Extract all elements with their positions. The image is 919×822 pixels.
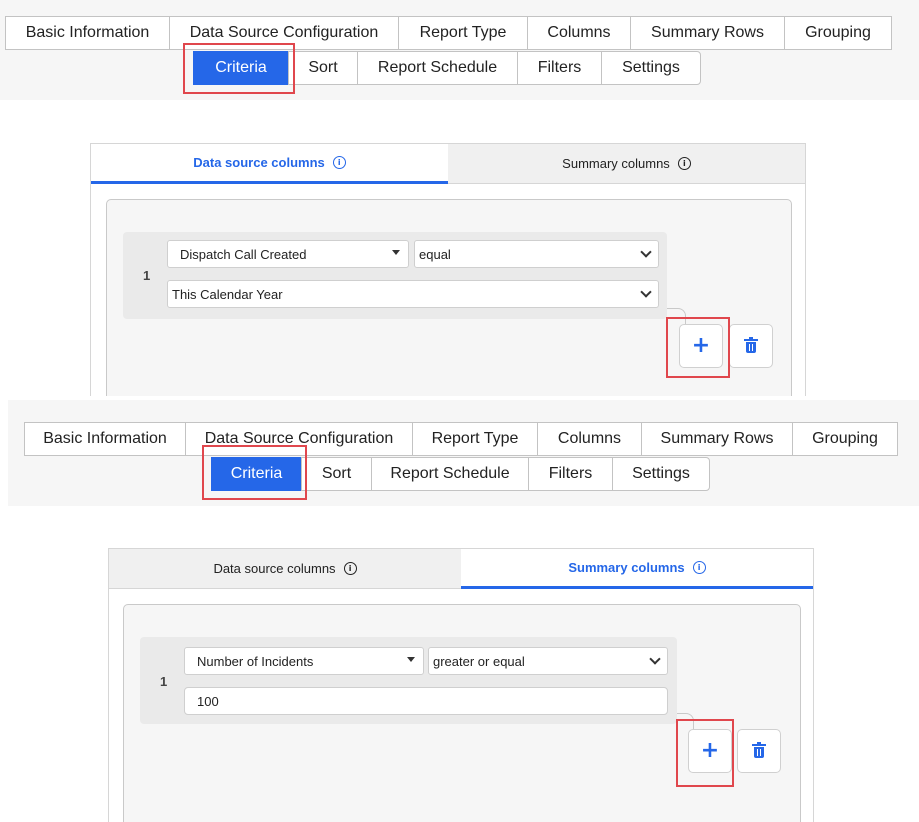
tab-settings[interactable]: Settings	[612, 457, 710, 491]
add-criteria-button[interactable]: +	[688, 729, 732, 773]
tab-data-source-columns[interactable]: Data source columns i	[109, 549, 461, 589]
operator-select-value: equal	[419, 246, 451, 262]
operator-select-value: greater or equal	[433, 653, 525, 669]
chevron-down-icon	[640, 286, 652, 298]
tab-filters[interactable]: Filters	[528, 457, 613, 491]
value-input[interactable]: 100	[184, 687, 668, 715]
tab-settings[interactable]: Settings	[601, 51, 701, 85]
tab-grouping[interactable]: Grouping	[784, 16, 892, 50]
field-select-value: Number of Incidents	[197, 653, 314, 669]
criteria-card-tabs: Data source columns i Summary columns i	[91, 144, 805, 184]
tab-criteria[interactable]: Criteria	[193, 51, 289, 85]
criteria-rule: 1 Number of Incidents greater or equal 1…	[140, 637, 677, 724]
field-select-value: Dispatch Call Created	[180, 246, 307, 262]
tab-grouping[interactable]: Grouping	[792, 422, 898, 456]
tab-label: Summary columns	[568, 560, 685, 575]
field-select[interactable]: Number of Incidents	[184, 647, 424, 675]
panel-summary-criteria: Basic Information Data Source Configurat…	[0, 400, 919, 822]
rule-connector	[667, 308, 686, 325]
value-select[interactable]: This Calendar Year	[167, 280, 659, 308]
tab-sort[interactable]: Sort	[301, 457, 372, 491]
tab-report-type[interactable]: Report Type	[398, 16, 528, 50]
tab-report-schedule[interactable]: Report Schedule	[371, 457, 529, 491]
operator-select[interactable]: greater or equal	[428, 647, 668, 675]
tab-summary-rows[interactable]: Summary Rows	[641, 422, 793, 456]
chevron-down-icon	[640, 246, 652, 258]
caret-down-icon	[392, 250, 400, 255]
trash-icon	[744, 337, 758, 353]
tab-data-source-configuration[interactable]: Data Source Configuration	[185, 422, 413, 456]
value-select-value: This Calendar Year	[172, 286, 283, 302]
rule-number: 1	[160, 674, 168, 689]
operator-select[interactable]: equal	[414, 240, 659, 268]
tab-report-type[interactable]: Report Type	[412, 422, 538, 456]
criteria-rule: 1 Dispatch Call Created equal This Calen…	[123, 232, 667, 319]
info-icon: i	[332, 156, 346, 169]
info-icon: i	[343, 562, 357, 575]
criteria-card: Data source columns i Summary columns i …	[108, 548, 814, 822]
value-input-value: 100	[197, 693, 219, 709]
tab-data-source-configuration[interactable]: Data Source Configuration	[169, 16, 399, 50]
delete-criteria-button[interactable]	[729, 324, 773, 368]
main-tabs-area: Basic Information Data Source Configurat…	[0, 0, 919, 100]
tab-data-source-columns[interactable]: Data source columns i	[91, 144, 448, 184]
criteria-card-tabs: Data source columns i Summary columns i	[109, 549, 813, 589]
plus-icon: +	[700, 738, 720, 763]
tab-basic-information[interactable]: Basic Information	[24, 422, 186, 456]
tab-columns[interactable]: Columns	[537, 422, 642, 456]
delete-criteria-button[interactable]	[737, 729, 781, 773]
panel-data-source-criteria: Basic Information Data Source Configurat…	[0, 0, 919, 396]
tab-filters[interactable]: Filters	[517, 51, 602, 85]
tab-criteria[interactable]: Criteria	[211, 457, 302, 491]
tab-summary-columns[interactable]: Summary columns i	[461, 549, 813, 589]
add-criteria-button[interactable]: +	[679, 324, 723, 368]
tab-summary-rows[interactable]: Summary Rows	[630, 16, 785, 50]
rule-number: 1	[143, 268, 151, 283]
plus-icon: +	[691, 333, 711, 358]
info-icon: i	[692, 561, 706, 574]
criteria-card: Data source columns i Summary columns i …	[90, 143, 806, 396]
tab-basic-information[interactable]: Basic Information	[5, 16, 170, 50]
caret-down-icon	[407, 657, 415, 662]
tab-summary-columns[interactable]: Summary columns i	[448, 144, 805, 184]
tab-label: Data source columns	[193, 155, 325, 170]
tab-sort[interactable]: Sort	[288, 51, 358, 85]
field-select[interactable]: Dispatch Call Created	[167, 240, 409, 268]
tab-label: Data source columns	[213, 561, 336, 576]
criteria-group: 1 Dispatch Call Created equal This Calen…	[106, 199, 792, 396]
info-icon: i	[677, 157, 691, 170]
tab-columns[interactable]: Columns	[527, 16, 631, 50]
tab-label: Summary columns	[562, 156, 670, 171]
tab-report-schedule[interactable]: Report Schedule	[357, 51, 518, 85]
trash-icon	[752, 742, 766, 758]
chevron-down-icon	[649, 653, 661, 665]
criteria-group: 1 Number of Incidents greater or equal 1…	[123, 604, 801, 822]
